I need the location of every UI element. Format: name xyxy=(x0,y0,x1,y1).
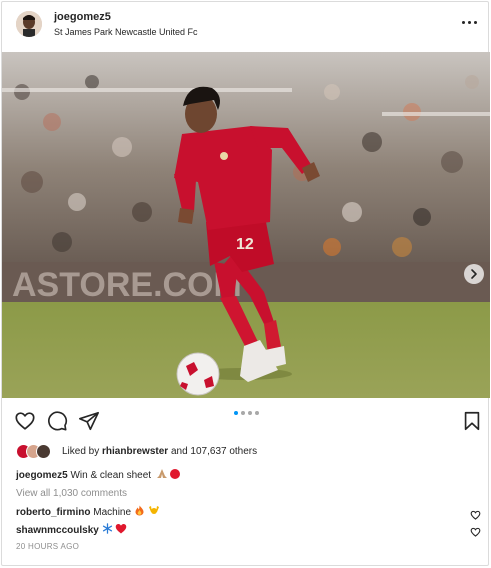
post-username[interactable]: joegomez5 xyxy=(54,11,111,23)
carousel-dot xyxy=(255,411,259,415)
comment-icon xyxy=(48,411,68,431)
more-horizontal-icon-dot xyxy=(468,21,471,24)
likes-suffix[interactable]: and 107,637 others xyxy=(168,446,257,457)
save-button[interactable] xyxy=(461,410,483,432)
post-caption: joegomez5 Win & clean sheet xyxy=(16,468,180,481)
chevron-right-icon xyxy=(471,269,477,279)
football-player-image: ASTORE.COM 12 xyxy=(2,52,490,398)
comment-item: roberto_firmino Machine xyxy=(16,505,160,518)
carousel-dot xyxy=(248,411,252,415)
red-heart-emoji xyxy=(116,524,127,534)
advertising-board-text: ASTORE.COM xyxy=(12,266,242,304)
praying-hands-emoji xyxy=(156,469,167,478)
next-image-button[interactable] xyxy=(464,264,484,284)
red-circle-emoji xyxy=(169,469,180,479)
heart-icon xyxy=(15,412,35,430)
avatar-image xyxy=(16,11,42,37)
football xyxy=(176,352,220,396)
heart-icon xyxy=(470,510,481,520)
heart-icon xyxy=(470,527,481,537)
post-card: joegomez5 St James Park Newcastle United… xyxy=(1,1,490,566)
likes-summary: Liked by rhianbrewster and 107,637 other… xyxy=(16,444,476,460)
comment-button[interactable] xyxy=(46,410,68,432)
likes-text: Liked by rhianbrewster and 107,637 other… xyxy=(62,446,257,457)
carousel-indicator xyxy=(234,411,259,417)
post-photo[interactable]: ASTORE.COM 12 xyxy=(2,52,490,398)
comment-text: Machine xyxy=(93,507,132,518)
carousel-dot xyxy=(241,411,245,415)
paper-plane-icon xyxy=(79,411,99,431)
carousel-dot xyxy=(234,411,238,415)
avatar[interactable] xyxy=(16,11,42,37)
caption-text: Win & clean sheet xyxy=(70,470,152,481)
shirt-number: 12 xyxy=(236,236,254,253)
caption-username[interactable]: joegomez5 xyxy=(16,470,68,481)
bookmark-icon xyxy=(464,411,480,431)
post-location[interactable]: St James Park Newcastle United Fc xyxy=(54,27,198,37)
snowflake-emoji xyxy=(102,523,112,534)
liker-username[interactable]: rhianbrewster xyxy=(102,446,168,457)
raising-hands-emoji xyxy=(148,506,159,514)
comment-like-button[interactable] xyxy=(470,507,481,520)
comment-like-button[interactable] xyxy=(470,524,481,537)
comment-item: shawnmccoulsky xyxy=(16,523,127,536)
like-button[interactable] xyxy=(14,410,36,432)
post-header: joegomez5 St James Park Newcastle United… xyxy=(2,2,490,52)
comment-username[interactable]: shawnmccoulsky xyxy=(16,525,99,536)
share-button[interactable] xyxy=(78,410,100,432)
more-options-button[interactable] xyxy=(460,14,480,30)
view-all-comments-link[interactable]: View all 1,030 comments xyxy=(16,488,127,499)
post-timestamp[interactable]: 20 HOURS AGO xyxy=(16,542,79,551)
fire-emoji xyxy=(135,505,144,516)
more-horizontal-icon xyxy=(462,21,465,24)
more-horizontal-icon-dot xyxy=(474,21,477,24)
likes-prefix: Liked by xyxy=(62,446,103,457)
liker-avatar[interactable] xyxy=(36,444,51,459)
comment-username[interactable]: roberto_firmino xyxy=(16,507,90,518)
